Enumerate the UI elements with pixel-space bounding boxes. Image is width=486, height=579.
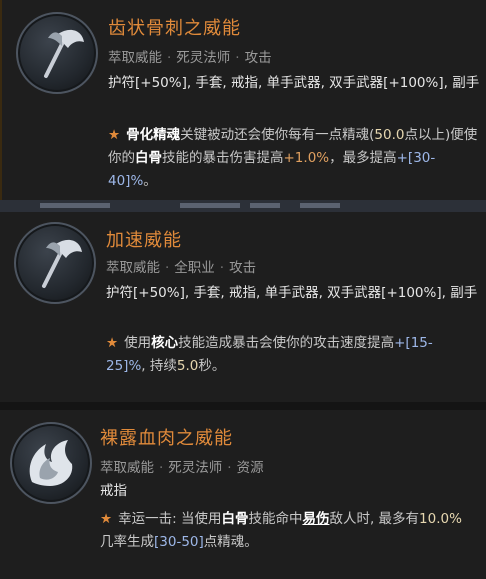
meta-type: 萃取威能 [108,50,162,66]
keyword: 易伤 [302,511,330,527]
aspect-title: 裸露血肉之威能 [100,428,233,449]
keyword: 白骨 [135,150,162,166]
star-icon: ★ [100,511,113,527]
divider [0,402,486,410]
aspect-effect: ★ 使用核心技能造成暴击会使你的攻击速度提高+[15-25]%, 持续5.0秒。 [106,335,433,374]
aspect-title: 加速威能 [106,230,182,251]
divider-strip [0,200,486,212]
star-icon: ★ [108,127,121,143]
range-value: [30-50] [154,534,204,550]
aspect-meta: 萃取威能 · 死灵法师 · 资源 [100,460,264,476]
aspect-card[interactable]: 加速威能 萃取威能 · 全职业 · 攻击 护符[+50%], 手套, 戒指, 单手武器,… [0,212,486,402]
aspect-slots: 护符[+50%], 手套, 戒指, 单手武器, 双手武器[+100%], 副手 [106,285,478,301]
meta-category: 资源 [236,460,264,476]
keyword: 核心 [151,335,179,351]
keyword: 骨化精魂 [126,127,181,143]
aspect-card[interactable]: 齿状骨刺之威能 萃取威能 · 死灵法师 · 攻击 护符[+50%], 手套, 戒指, 单… [0,0,486,200]
meta-category: 攻击 [244,50,272,66]
keyword: 白骨 [221,511,249,527]
value: 50.0 [374,127,405,143]
value: 10.0% [419,511,462,527]
aspect-meta: 萃取威能 · 死灵法师 · 攻击 [108,50,272,66]
axe-icon [16,12,98,94]
aspect-effect: ★ 骨化精魂关键被动还会使你每有一点精魂(50.0点以上)便使你的白骨技能的暴击伤… [108,127,478,189]
value: +1.0% [283,150,330,166]
aspect-slots: 护符[+50%], 手套, 戒指, 单手武器, 双手武器[+100%], 副手 [108,75,480,91]
aspect-title: 齿状骨刺之威能 [108,18,241,39]
meta-type: 萃取威能 [106,260,160,276]
aspect-meta: 萃取威能 · 全职业 · 攻击 [106,260,257,276]
meta-category: 攻击 [229,260,257,276]
aspect-effect: ★ 幸运一击: 当使用白骨技能命中易伤敌人时, 最多有10.0%几率生成[30-5… [100,511,462,550]
flame-wing-icon [10,422,92,504]
aspect-card[interactable]: 裸露血肉之威能 萃取威能 · 死灵法师 · 资源 戒指 ★ 幸运一击: 当使用白骨技能命中… [0,410,486,579]
star-icon: ★ [106,335,119,351]
axe-icon [14,222,96,304]
meta-class: 死灵法师 [176,50,231,66]
meta-type: 萃取威能 [100,460,154,476]
meta-class: 全职业 [174,260,215,276]
meta-class: 死灵法师 [168,460,223,476]
value: 5.0 [176,358,199,374]
aspect-slots: 戒指 [100,483,127,499]
